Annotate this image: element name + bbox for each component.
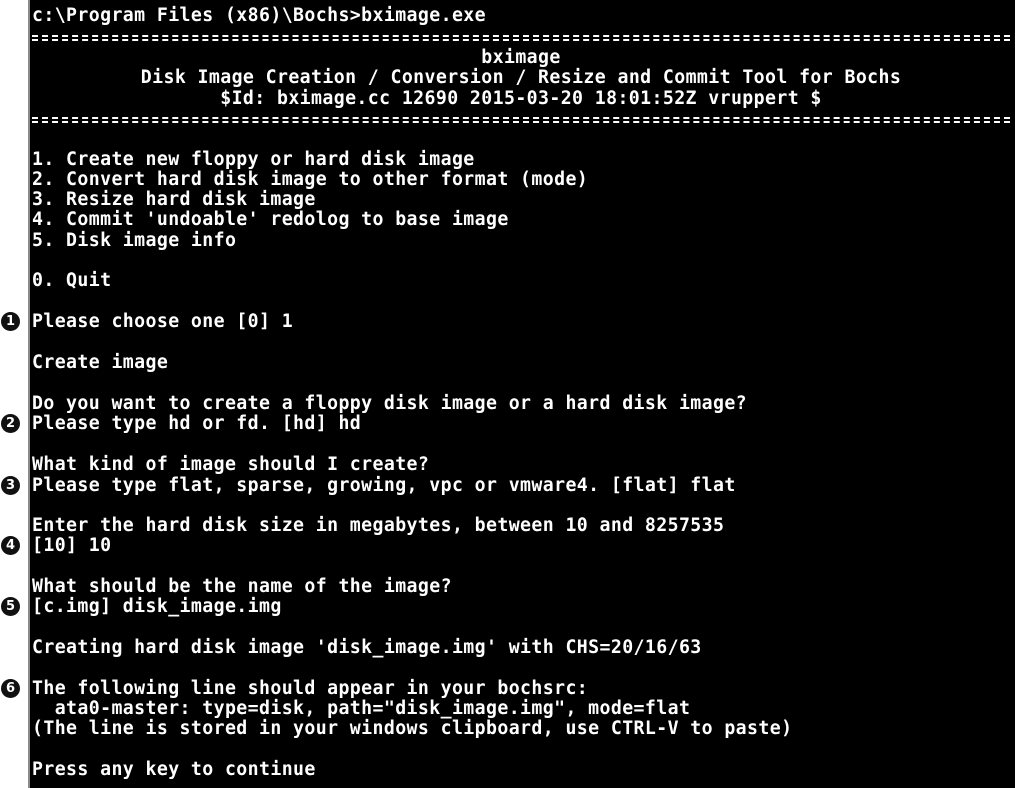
creating-image-status: Creating hard disk image 'disk_image.img… bbox=[32, 637, 702, 658]
image-kind-answer: Please type flat, sparse, growing, vpc o… bbox=[32, 475, 736, 496]
bochsrc-config-line[interactable]: ata0-master: type=disk, path="disk_image… bbox=[32, 699, 690, 719]
callout-marker-6: 6 bbox=[1, 679, 20, 698]
menu-item-info: 5. Disk image info bbox=[32, 230, 237, 251]
create-image-heading: Create image bbox=[32, 352, 169, 373]
banner-version-id: $Id: bximage.cc 12690 2015-03-20 18:01:5… bbox=[220, 88, 822, 109]
bochsrc-intro: The following line should appear in your… bbox=[32, 678, 589, 699]
disk-size-answer: [10] 10 bbox=[32, 535, 112, 556]
banner-name: bximage bbox=[481, 47, 561, 68]
callout-marker-1: 1 bbox=[1, 312, 20, 331]
console-window[interactable]: c:\Program Files (x86)\Bochs>bximage.exe… bbox=[28, 0, 1015, 788]
callout-marker-4: 4 bbox=[1, 536, 20, 555]
menu-item-commit: 4. Commit 'undoable' redolog to base ima… bbox=[32, 209, 509, 230]
image-name-answer: [c.img] disk_image.img bbox=[32, 596, 282, 617]
command-prompt-line: c:\Program Files (x86)\Bochs>bximage.exe bbox=[32, 5, 486, 26]
callout-gutter: 1 2 3 4 5 6 bbox=[0, 0, 28, 788]
callout-marker-2: 2 bbox=[1, 414, 20, 433]
disk-size-question: Enter the hard disk size in megabytes, b… bbox=[32, 515, 725, 536]
menu-item-resize: 3. Resize hard disk image bbox=[32, 189, 316, 210]
floppy-or-hd-question: Do you want to create a floppy disk imag… bbox=[32, 393, 748, 414]
floppy-or-hd-answer: Please type hd or fd. [hd] hd bbox=[32, 413, 362, 434]
menu-item-create: 1. Create new floppy or hard disk image bbox=[32, 149, 475, 170]
callout-marker-5: 5 bbox=[1, 597, 20, 616]
callout-marker-3: 3 bbox=[1, 476, 20, 495]
banner-subtitle: Disk Image Creation / Conversion / Resiz… bbox=[140, 67, 902, 88]
banner-divider-bottom bbox=[32, 109, 1010, 129]
menu-item-quit: 0. Quit bbox=[32, 270, 112, 291]
press-any-key-prompt: Press any key to continue bbox=[32, 759, 316, 780]
banner-divider-top bbox=[32, 27, 1010, 47]
menu-item-convert: 2. Convert hard disk image to other form… bbox=[32, 169, 589, 190]
choose-option-line: Please choose one [0] 1 bbox=[32, 311, 294, 332]
clipboard-note: (The line is stored in your windows clip… bbox=[32, 718, 793, 739]
image-kind-question: What kind of image should I create? bbox=[32, 454, 430, 475]
image-name-question: What should be the name of the image? bbox=[32, 576, 452, 597]
